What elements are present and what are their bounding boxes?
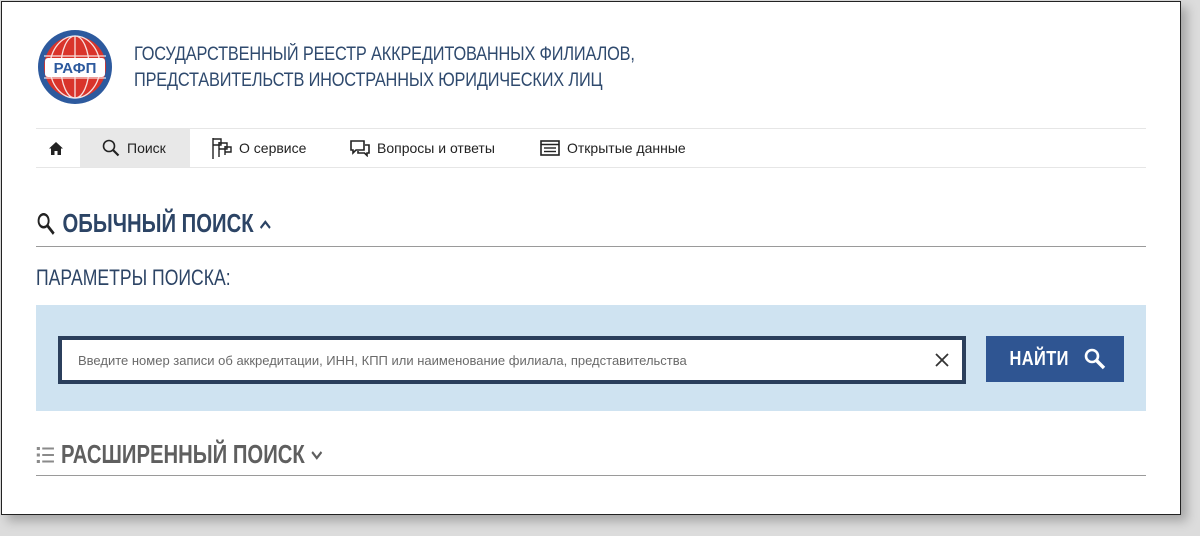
- browser-window: РАФП ГОСУДАРСТВЕННЫЙ РЕЕСТР АККРЕДИТОВАН…: [1, 1, 1181, 515]
- flags-icon: [212, 138, 232, 159]
- nav-item-faq-label: Вопросы и ответы: [377, 140, 495, 156]
- advanced-search-toggle[interactable]: РАСШИРЕННЫЙ ПОИСК: [36, 439, 324, 470]
- site-title: ГОСУДАРСТВЕННЫЙ РЕЕСТР АККРЕДИТОВАННЫХ Ф…: [134, 42, 635, 94]
- advanced-search-title: РАСШИРЕННЫЙ ПОИСК: [60, 439, 305, 469]
- site-header: РАФП ГОСУДАРСТВЕННЫЙ РЕЕСТР АККРЕДИТОВАН…: [36, 28, 1146, 108]
- section-divider: [36, 475, 1146, 476]
- home-icon: [49, 141, 63, 155]
- normal-search-toggle[interactable]: ОБЫЧНЫЙ ПОИСК: [36, 208, 272, 239]
- clear-icon[interactable]: [932, 350, 952, 370]
- nav-item-about[interactable]: О сервисе: [210, 129, 306, 167]
- site-title-line2: ПРЕДСТАВИТЕЛЬСТВ ИНОСТРАННЫХ ЮРИДИЧЕСКИХ…: [134, 70, 603, 91]
- search-input[interactable]: [62, 340, 922, 380]
- chevron-up-icon: [259, 219, 271, 229]
- chat-icon: [350, 139, 370, 157]
- nav-item-search-label: Поиск: [127, 140, 166, 156]
- nav-item-search[interactable]: Поиск: [80, 129, 190, 167]
- nav-item-about-label: О сервисе: [239, 140, 307, 156]
- find-button-label: НАЙТИ: [1009, 347, 1069, 370]
- search-icon: [102, 139, 120, 157]
- search-box: [58, 336, 966, 384]
- nav-item-open-data-label: Открытые данные: [567, 140, 686, 156]
- nav-item-faq[interactable]: Вопросы и ответы: [350, 129, 495, 167]
- search-icon: [37, 212, 55, 235]
- list-icon: [540, 140, 560, 156]
- section-divider: [36, 246, 1146, 247]
- normal-search-title: ОБЫЧНЫЙ ПОИСК: [62, 208, 254, 238]
- chevron-down-icon: [311, 450, 322, 460]
- nav-home[interactable]: [48, 129, 71, 167]
- main-nav: Поиск О сервисе Вопросы и ответы Открыты…: [36, 128, 1146, 168]
- search-icon: [1084, 348, 1106, 370]
- site-title-line1: ГОСУДАРСТВЕННЫЙ РЕЕСТР АККРЕДИТОВАННЫХ Ф…: [134, 44, 635, 65]
- logo-text: РАФП: [54, 60, 97, 77]
- rafp-logo[interactable]: РАФП: [36, 28, 114, 106]
- search-params-label: ПАРАМЕТРЫ ПОИСКА:: [36, 265, 231, 290]
- nav-item-open-data[interactable]: Открытые данные: [540, 129, 686, 167]
- search-panel: НАЙТИ: [36, 305, 1146, 411]
- list-icon: [36, 446, 54, 463]
- find-button[interactable]: НАЙТИ: [986, 336, 1124, 382]
